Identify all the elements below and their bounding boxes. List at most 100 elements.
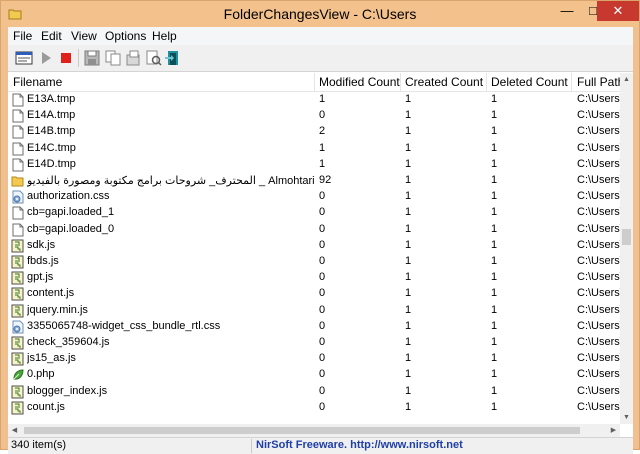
column-filename[interactable]: Filename [13, 75, 62, 89]
filename-cell: cb=gapi.loaded_0 [27, 222, 115, 235]
table-row[interactable]: gpt.js 0 1 1 C:\Users\ [8, 270, 620, 286]
folder-icon [11, 176, 24, 187]
file-list[interactable]: Filename Modified Count Created Count De… [8, 73, 633, 424]
modified-count-cell: 0 [319, 319, 326, 332]
table-row[interactable]: 0.php 0 1 1 C:\Users\ [8, 367, 620, 383]
table-row[interactable]: E13A.tmp 1 1 1 C:\Users\ [8, 92, 620, 108]
table-row[interactable]: E14A.tmp 0 1 1 C:\Users\ [8, 108, 620, 124]
js-file-icon [11, 304, 24, 318]
full-path-cell: C:\Users\ [577, 336, 620, 348]
full-path-cell: C:\Users\ [577, 190, 620, 203]
table-row[interactable]: fbds.js 0 1 1 C:\Users\ [8, 254, 620, 270]
table-row[interactable]: js15_as.js 0 1 1 C:\Users\ [8, 351, 620, 367]
modified-count-cell: 0 [319, 336, 326, 348]
tmp-file-icon [12, 142, 24, 156]
full-path-cell: C:\Users\ [577, 303, 620, 316]
tmp-file-icon [12, 109, 24, 123]
deleted-count-cell: 1 [491, 303, 498, 316]
scroll-left-button[interactable]: ◀ [8, 424, 21, 437]
table-row[interactable]: cb=gapi.loaded_0 0 1 1 C:\Users\ [8, 222, 620, 238]
created-count-cell: 1 [405, 206, 412, 219]
tmp-file-icon [12, 125, 24, 139]
table-row[interactable]: authorization.css 0 1 1 C:\Users\ [8, 189, 620, 205]
js-file-icon [11, 401, 24, 415]
select-folder-icon[interactable] [15, 49, 33, 67]
filename-cell: jquery.min.js [27, 303, 88, 316]
table-row[interactable]: 3355065748-widget_css_bundle_rtl.css 0 1 1 C… [8, 319, 620, 335]
full-path-cell: C:\Users\ [577, 125, 620, 138]
exit-icon[interactable] [164, 49, 182, 67]
deleted-count-cell: 1 [491, 368, 498, 381]
js-file-icon [11, 255, 24, 269]
table-row[interactable]: jquery.min.js 0 1 1 C:\Users\ [8, 303, 620, 319]
full-path-cell: C:\Users\ [577, 141, 620, 154]
status-bar: 340 item(s) NirSoft Freeware. http://www… [8, 437, 633, 454]
php-file-icon [13, 369, 24, 380]
scroll-down-button[interactable]: ▼ [620, 411, 633, 424]
created-count-cell: 1 [405, 352, 412, 365]
full-path-cell: C:\Users\ [577, 206, 620, 219]
column-full-path[interactable]: Full Path [577, 75, 624, 89]
table-row[interactable]: sdk.js 0 1 1 C:\Users\ [8, 238, 620, 254]
filename-cell: js15_as.js [27, 352, 76, 365]
deleted-count-cell: 1 [491, 255, 498, 267]
modified-count-cell: 0 [319, 400, 326, 413]
table-row[interactable]: count.js 0 1 1 C:\Users\ [8, 400, 620, 416]
table-row[interactable]: check_359604.js 0 1 1 C:\Users\ [8, 335, 620, 351]
table-row[interactable]: E14D.tmp 1 1 1 C:\Users\ [8, 157, 620, 173]
column-divider[interactable] [400, 73, 401, 91]
table-row[interactable]: E14C.tmp 1 1 1 C:\Users\ [8, 141, 620, 157]
horizontal-scroll-thumb[interactable] [24, 427, 580, 434]
column-created-count[interactable]: Created Count [405, 75, 483, 89]
deleted-count-cell: 1 [491, 222, 498, 235]
column-deleted-count[interactable]: Deleted Count [491, 75, 568, 89]
vertical-scrollbar[interactable]: ▲ ▼ [620, 73, 633, 424]
title-bar[interactable]: FolderChangesView - C:\Users — □ ✕ [1, 1, 639, 27]
item-count: 340 item(s) [11, 439, 67, 451]
report-icon[interactable] [144, 49, 162, 67]
table-row[interactable]: المحترف_ شروحات برامج مكتوبة ومصورة بالف… [8, 173, 620, 189]
table-row[interactable]: E14B.tmp 2 1 1 C:\Users\ [8, 124, 620, 140]
menu-options[interactable]: Options [105, 29, 146, 43]
modified-count-cell: 0 [319, 287, 326, 300]
modified-count-cell: 0 [319, 109, 326, 122]
created-count-cell: 1 [405, 93, 412, 105]
scroll-right-button[interactable]: ▶ [607, 424, 620, 437]
menu-view[interactable]: View [71, 29, 97, 43]
created-count-cell: 1 [405, 319, 412, 332]
filename-cell: count.js [27, 400, 65, 413]
column-divider[interactable] [571, 73, 572, 91]
start-icon[interactable] [37, 49, 55, 67]
horizontal-scrollbar[interactable]: ◀ ▶ [8, 424, 620, 437]
full-path-cell: C:\Users\ [577, 287, 620, 300]
column-modified-count[interactable]: Modified Count [319, 75, 400, 89]
stop-icon[interactable] [57, 49, 75, 67]
full-path-cell: C:\Users\ [577, 384, 620, 397]
list-header: Filename Modified Count Created Count De… [8, 73, 633, 92]
created-count-cell: 1 [405, 125, 412, 138]
css-file-icon [12, 190, 24, 204]
properties-icon[interactable] [124, 49, 142, 67]
scroll-up-button[interactable]: ▲ [620, 73, 633, 86]
table-row[interactable]: blogger_index.js 0 1 1 C:\Users\ [8, 384, 620, 400]
minimize-button[interactable]: — [554, 1, 580, 21]
filename-cell: E14D.tmp [27, 157, 76, 170]
full-path-cell: C:\Users\ [577, 255, 620, 267]
close-button[interactable]: ✕ [597, 1, 639, 21]
nirsoft-link[interactable]: NirSoft Freeware. http://www.nirsoft.net [256, 439, 463, 451]
menu-help[interactable]: Help [152, 29, 177, 43]
save-icon[interactable] [83, 49, 101, 67]
table-row[interactable]: cb=gapi.loaded_1 0 1 1 C:\Users\ [8, 205, 620, 221]
vertical-scroll-thumb[interactable] [622, 229, 631, 245]
toolbar [8, 45, 633, 72]
menu-file[interactable]: File [13, 29, 32, 43]
filename-cell: المحترف_ شروحات برامج مكتوبة ومصورة بالف… [27, 175, 314, 187]
menu-edit[interactable]: Edit [41, 29, 62, 43]
deleted-count-cell: 1 [491, 125, 498, 138]
deleted-count-cell: 1 [491, 271, 498, 284]
modified-count-cell: 0 [319, 238, 326, 251]
column-divider[interactable] [486, 73, 487, 91]
table-row[interactable]: content.js 0 1 1 C:\Users\ [8, 286, 620, 302]
copy-icon[interactable] [104, 49, 122, 67]
column-divider[interactable] [314, 73, 315, 91]
